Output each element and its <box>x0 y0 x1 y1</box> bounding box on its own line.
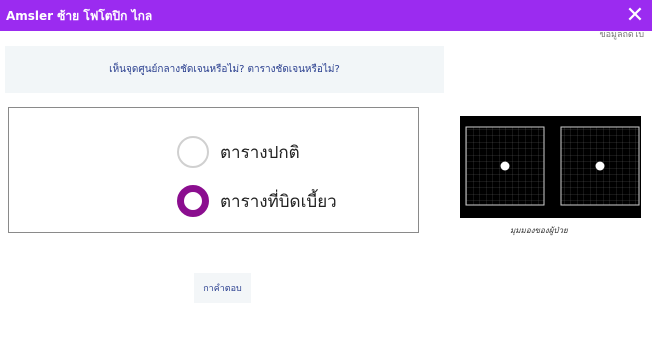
question-text: เห็นจุดศูนย์กลางชัดเจนหรือไม่? ตารางชัดเ… <box>109 64 340 75</box>
amsler-grid-image <box>460 116 641 218</box>
close-icon[interactable]: ✕ <box>622 2 648 28</box>
option-normal-label: ตารางปกติ <box>220 142 300 163</box>
radio-distorted[interactable] <box>177 185 209 217</box>
options-panel: ตารางปกติ ตารางที่บิดเบี้ยว <box>8 107 419 233</box>
submit-button[interactable]: กาคำตอบ <box>194 273 251 303</box>
window-title: Amsler ซ้าย โฟโตปิก ไกล <box>6 9 153 23</box>
window-titlebar: Amsler ซ้าย โฟโตปิก ไกล ✕ <box>0 0 652 31</box>
amsler-grid-svg <box>465 126 640 206</box>
option-distorted-grid[interactable]: ตารางที่บิดเบี้ยว <box>177 185 337 217</box>
figure-caption: มุมมองของผู้ป่วย <box>510 226 568 235</box>
right-fixation-dot <box>595 161 605 171</box>
left-fixation-dot <box>500 161 510 171</box>
option-distorted-label: ตารางที่บิดเบี้ยว <box>220 191 337 212</box>
question-box: เห็นจุดศูนย์กลางชัดเจนหรือไม่? ตารางชัดเ… <box>5 46 444 93</box>
radio-normal[interactable] <box>177 136 209 168</box>
option-normal-grid[interactable]: ตารางปกติ <box>177 136 300 168</box>
